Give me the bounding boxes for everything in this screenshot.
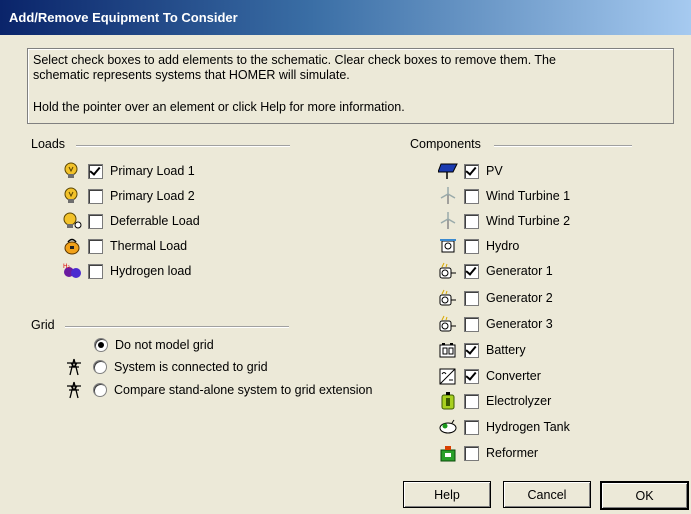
cancel-button[interactable]: Cancel (503, 481, 591, 508)
load-checkbox-primary-1[interactable] (88, 163, 103, 179)
info-line-2: schematic represents systems that HOMER … (33, 68, 350, 82)
hydrogen-molecule-icon: H₂ (62, 262, 82, 280)
load-checkbox-primary-2[interactable] (88, 188, 103, 204)
load-checkbox-hydrogen[interactable] (88, 263, 103, 279)
load-item-deferrable[interactable]: Deferrable Load (62, 210, 200, 232)
grid-option-connected[interactable]: System is connected to grid (64, 356, 268, 378)
svg-text:H₂: H₂ (63, 263, 71, 270)
grid-label-connected: System is connected to grid (114, 360, 268, 374)
component-item-wind-2[interactable]: Wind Turbine 2 (438, 210, 570, 232)
info-line-3: Hold the pointer over an element or clic… (33, 100, 405, 114)
component-checkbox-generator-2[interactable] (464, 290, 479, 306)
grid-divider (65, 326, 289, 328)
grid-heading: Grid (31, 318, 55, 332)
component-checkbox-reformer[interactable] (464, 445, 479, 461)
component-label-generator-2: Generator 2 (486, 291, 553, 305)
electrolyzer-icon (438, 392, 458, 410)
component-label-hydrogen-tank: Hydrogen Tank (486, 420, 570, 434)
title-bar[interactable]: Add/Remove Equipment To Consider (0, 0, 691, 35)
lightbulb-icon (62, 187, 82, 205)
component-label-electrolyzer: Electrolyzer (486, 394, 552, 408)
component-item-generator-2[interactable]: Generator 2 (438, 287, 553, 309)
info-box: Select check boxes to add elements to th… (27, 48, 674, 124)
component-item-hydrogen-tank[interactable]: Hydrogen Tank (438, 416, 570, 438)
grid-label-compare: Compare stand-alone system to grid exten… (114, 383, 373, 397)
solar-panel-icon (438, 162, 458, 180)
loads-heading: Loads (31, 137, 66, 151)
grid-radio-compare[interactable] (93, 383, 107, 397)
load-label-primary-2: Primary Load 2 (110, 189, 195, 203)
component-item-converter[interactable]: Converter (438, 365, 541, 387)
window-title: Add/Remove Equipment To Consider (9, 10, 238, 25)
ok-button[interactable]: OK (600, 481, 689, 510)
component-item-battery[interactable]: Battery (438, 339, 526, 361)
component-checkbox-generator-3[interactable] (464, 316, 479, 332)
component-label-battery: Battery (486, 343, 526, 357)
component-label-pv: PV (486, 164, 503, 178)
load-label-hydrogen: Hydrogen load (110, 264, 192, 278)
grid-radio-none[interactable] (94, 338, 108, 352)
kettle-icon (62, 237, 82, 255)
grid-label-none: Do not model grid (115, 338, 214, 352)
generator-icon (438, 262, 458, 280)
component-item-pv[interactable]: PV (438, 160, 503, 182)
component-checkbox-wind-2[interactable] (464, 213, 479, 229)
wind-turbine-icon (438, 187, 458, 205)
component-item-electrolyzer[interactable]: Electrolyzer (438, 390, 551, 412)
load-label-deferrable: Deferrable Load (110, 214, 200, 228)
components-divider (494, 145, 632, 147)
load-item-thermal[interactable]: Thermal Load (62, 235, 187, 257)
component-item-generator-1[interactable]: Generator 1 (438, 260, 553, 282)
loads-divider (76, 145, 290, 147)
component-checkbox-converter[interactable] (464, 368, 479, 384)
component-label-reformer: Reformer (486, 446, 539, 460)
hydrogen-tank-icon (438, 418, 458, 436)
component-item-wind-1[interactable]: Wind Turbine 1 (438, 185, 570, 207)
component-checkbox-battery[interactable] (464, 342, 479, 358)
component-checkbox-wind-1[interactable] (464, 188, 479, 204)
load-item-primary-2[interactable]: Primary Load 2 (62, 185, 195, 207)
components-heading: Components (410, 137, 481, 151)
converter-icon (438, 367, 458, 385)
component-label-hydro: Hydro (486, 239, 520, 253)
component-item-reformer[interactable]: Reformer (438, 442, 538, 464)
load-item-hydrogen[interactable]: H₂ Hydrogen load (62, 260, 191, 282)
component-label-generator-1: Generator 1 (486, 264, 553, 278)
grid-option-none[interactable]: Do not model grid (94, 334, 214, 356)
reformer-icon (438, 444, 458, 462)
generator-icon (438, 315, 458, 333)
component-checkbox-pv[interactable] (464, 163, 479, 179)
grid-option-compare[interactable]: Compare stand-alone system to grid exten… (64, 379, 372, 401)
load-label-primary-1: Primary Load 1 (110, 164, 195, 178)
lightbulb-deferrable-icon (62, 212, 82, 230)
component-label-wind-2: Wind Turbine 2 (486, 214, 571, 228)
hydro-turbine-icon (438, 237, 458, 255)
power-tower-icon (64, 358, 84, 376)
info-line-1: Select check boxes to add elements to th… (33, 53, 556, 67)
component-checkbox-hydrogen-tank[interactable] (464, 419, 479, 435)
battery-icon (438, 341, 458, 359)
grid-radio-connected[interactable] (93, 360, 107, 374)
component-label-converter: Converter (486, 369, 541, 383)
help-button[interactable]: Help (403, 481, 491, 508)
lightbulb-icon (62, 162, 82, 180)
load-label-thermal: Thermal Load (110, 239, 188, 253)
component-checkbox-generator-1[interactable] (464, 263, 479, 279)
load-item-primary-1[interactable]: Primary Load 1 (62, 160, 195, 182)
load-checkbox-thermal[interactable] (88, 238, 103, 254)
component-item-hydro[interactable]: Hydro (438, 235, 519, 257)
power-tower-icon (64, 381, 84, 399)
generator-icon (438, 289, 458, 307)
load-checkbox-deferrable[interactable] (88, 213, 103, 229)
wind-turbine-icon (438, 212, 458, 230)
component-checkbox-electrolyzer[interactable] (464, 393, 479, 409)
component-label-wind-1: Wind Turbine 1 (486, 189, 571, 203)
component-checkbox-hydro[interactable] (464, 238, 479, 254)
component-label-generator-3: Generator 3 (486, 317, 553, 331)
component-item-generator-3[interactable]: Generator 3 (438, 313, 553, 335)
